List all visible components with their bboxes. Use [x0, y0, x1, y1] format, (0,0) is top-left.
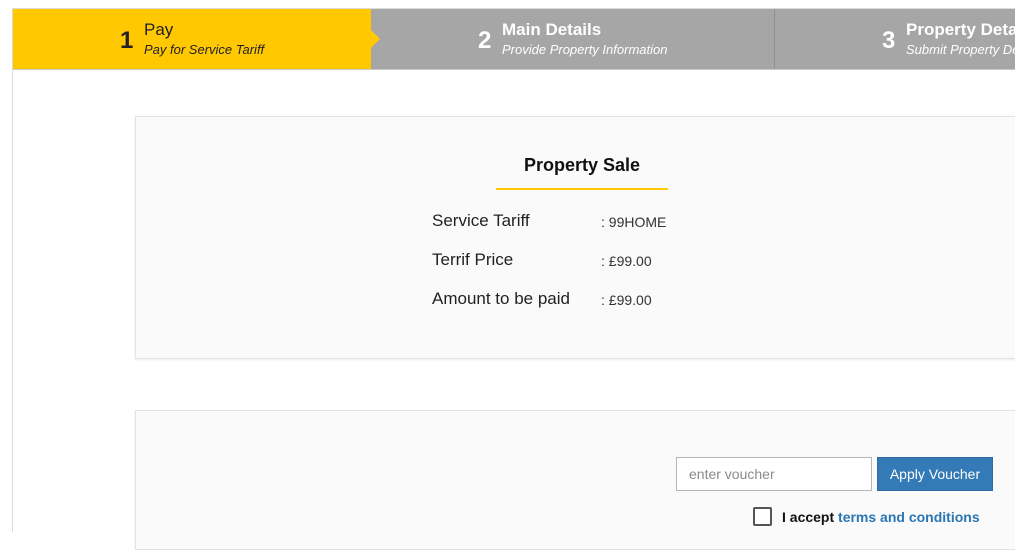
terms-prefix: I accept — [782, 509, 835, 525]
terms-link[interactable]: terms and conditions — [838, 509, 980, 525]
step-property-details[interactable]: 3 Property Details Submit Property Detai… — [775, 9, 1015, 69]
checkout-frame: 1 Pay Pay for Service Tariff 2 Main Deta… — [12, 8, 1015, 550]
amount-due-value: : £99.00 — [601, 292, 652, 308]
step-title: Pay — [144, 20, 174, 39]
step-number: 1 — [120, 27, 134, 54]
amount-due-label: Amount to be paid — [432, 289, 570, 308]
step-subtitle: Pay for Service Tariff — [144, 42, 265, 57]
terms-acceptance: I accept terms and conditions — [782, 509, 980, 525]
step-subtitle: Submit Property Details — [906, 42, 1015, 57]
step-number: 3 — [882, 27, 896, 54]
title-underline — [496, 188, 668, 190]
tariff-price-label: Terrif Price — [432, 250, 514, 269]
terms-checkbox[interactable] — [753, 507, 772, 526]
wizard-steps: 1 Pay Pay for Service Tariff 2 Main Deta… — [13, 9, 1015, 70]
voucher-input[interactable] — [676, 457, 872, 491]
tariff-price-value: : £99.00 — [601, 253, 652, 269]
step-number: 2 — [478, 27, 492, 54]
service-tariff-value: : 99HOME — [601, 214, 667, 230]
service-tariff-label: Service Tariff — [432, 211, 530, 230]
summary-title: Property Sale — [523, 155, 641, 175]
step-pay[interactable]: 1 Pay Pay for Service Tariff — [13, 9, 380, 69]
apply-voucher-button[interactable]: Apply Voucher — [877, 457, 993, 491]
voucher-card: Apply Voucher I accept terms and conditi… — [135, 410, 1015, 550]
step-subtitle: Provide Property Information — [502, 42, 668, 57]
step-title: Main Details — [502, 20, 602, 39]
order-summary-card: Property Sale Service Tariff : 99HOME Te… — [135, 116, 1015, 359]
step-main-details[interactable]: 2 Main Details Provide Property Informat… — [371, 9, 775, 69]
step-title: Property Details — [906, 20, 1015, 39]
